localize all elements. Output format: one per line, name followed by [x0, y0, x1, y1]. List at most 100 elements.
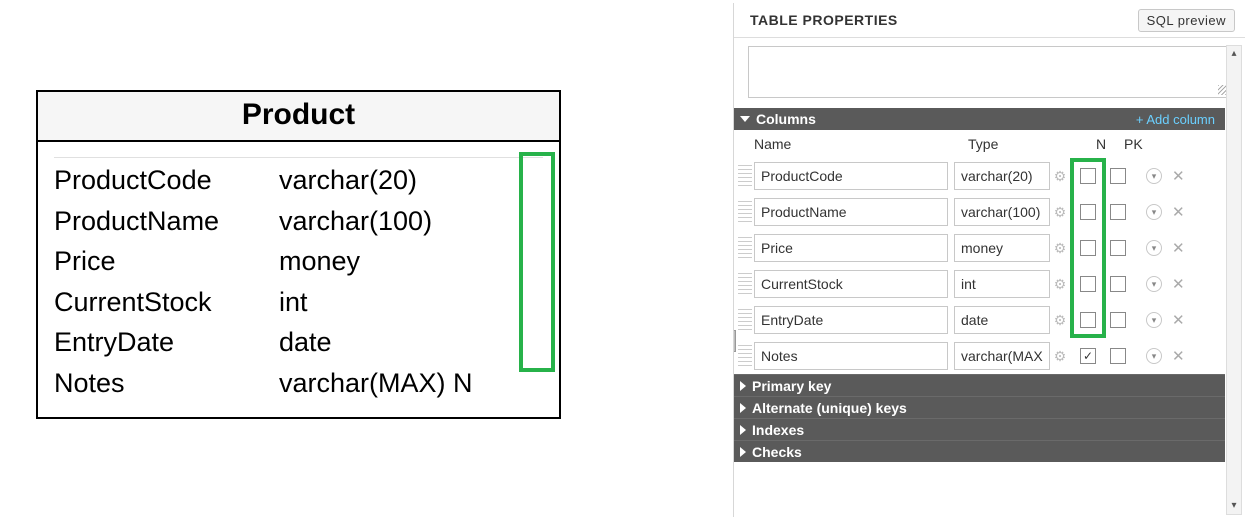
er-row: Pricemoney [54, 241, 543, 282]
more-options-icon[interactable]: ▾ [1146, 312, 1162, 328]
column-name-input[interactable] [754, 270, 948, 298]
column-type-input[interactable] [954, 198, 1050, 226]
chevron-right-icon [740, 447, 746, 457]
er-col-name: ProductName [54, 201, 279, 242]
header-type: Type [968, 136, 1096, 152]
more-options-icon[interactable]: ▾ [1146, 168, 1162, 184]
columns-grid-header: Name Type N PK [734, 130, 1245, 158]
drag-handle-icon[interactable] [738, 201, 752, 223]
er-table-title: Product [38, 92, 559, 142]
columns-grid-body: ⚙ ▾ ✕ ⚙ ▾ ✕ ⚙ ▾ ✕ ⚙ ▾ ✕ ⚙ ▾ ✕ ⚙ ▾ ✕ [734, 158, 1245, 374]
column-row: ⚙ ▾ ✕ [734, 158, 1245, 194]
columns-section-label: Columns [756, 111, 816, 127]
header-pk: PK [1124, 136, 1152, 152]
er-row: ProductCodevarchar(20) [54, 160, 543, 201]
pk-checkbox[interactable] [1110, 168, 1126, 184]
column-name-input[interactable] [754, 342, 948, 370]
er-row: ProductNamevarchar(100) [54, 201, 543, 242]
nullable-checkbox[interactable] [1080, 240, 1096, 256]
alternate-keys-section[interactable]: Alternate (unique) keys [734, 396, 1225, 418]
checks-section[interactable]: Checks [734, 440, 1225, 462]
delete-column-icon[interactable]: ✕ [1172, 275, 1185, 293]
gear-icon[interactable]: ⚙ [1052, 204, 1068, 221]
column-name-input[interactable] [754, 306, 948, 334]
delete-column-icon[interactable]: ✕ [1172, 239, 1185, 257]
gear-icon[interactable]: ⚙ [1052, 168, 1068, 185]
pk-checkbox[interactable] [1110, 276, 1126, 292]
er-col-name: EntryDate [54, 322, 279, 363]
delete-column-icon[interactable]: ✕ [1172, 311, 1185, 329]
gear-icon[interactable]: ⚙ [1052, 240, 1068, 257]
gear-icon[interactable]: ⚙ [1052, 348, 1068, 365]
properties-panel: TABLE PROPERTIES SQL preview Columns + A… [733, 3, 1245, 517]
delete-column-icon[interactable]: ✕ [1172, 347, 1185, 365]
section-label: Indexes [752, 422, 804, 438]
er-col-name: ProductCode [54, 160, 279, 201]
chevron-right-icon [740, 403, 746, 413]
delete-column-icon[interactable]: ✕ [1172, 203, 1185, 221]
column-type-input[interactable] [954, 162, 1050, 190]
er-row: CurrentStockint [54, 282, 543, 323]
sql-preview-button[interactable]: SQL preview [1138, 9, 1235, 32]
primary-key-section[interactable]: Primary key [734, 374, 1225, 396]
section-label: Primary key [752, 378, 831, 394]
header-name: Name [754, 136, 968, 152]
drag-handle-icon[interactable] [738, 309, 752, 331]
nullable-checkbox[interactable] [1080, 348, 1096, 364]
er-row: Notesvarchar(MAX) N [54, 363, 543, 404]
er-col-name: CurrentStock [54, 282, 279, 323]
nullable-checkbox[interactable] [1080, 168, 1096, 184]
scroll-down-icon[interactable]: ▾ [1227, 498, 1241, 514]
drag-handle-icon[interactable] [738, 273, 752, 295]
column-row: ⚙ ▾ ✕ [734, 230, 1245, 266]
more-options-icon[interactable]: ▾ [1146, 240, 1162, 256]
column-type-input[interactable] [954, 342, 1050, 370]
delete-column-icon[interactable]: ✕ [1172, 167, 1185, 185]
chevron-right-icon [740, 425, 746, 435]
pk-checkbox[interactable] [1110, 204, 1126, 220]
column-row: ⚙ ▾ ✕ [734, 194, 1245, 230]
er-col-type: money [279, 241, 543, 282]
er-table-box[interactable]: Product ProductCodevarchar(20) ProductNa… [36, 90, 561, 419]
drag-handle-icon[interactable] [738, 165, 752, 187]
scroll-up-icon[interactable]: ▴ [1227, 46, 1241, 62]
more-options-icon[interactable]: ▾ [1146, 276, 1162, 292]
gear-icon[interactable]: ⚙ [1052, 312, 1068, 329]
er-row: EntryDatedate [54, 322, 543, 363]
pk-checkbox[interactable] [1110, 312, 1126, 328]
er-table-body: ProductCodevarchar(20) ProductNamevarcha… [38, 142, 559, 417]
section-label: Alternate (unique) keys [752, 400, 907, 416]
gear-icon[interactable]: ⚙ [1052, 276, 1068, 293]
collapsed-sections: Primary key Alternate (unique) keys Inde… [734, 374, 1225, 462]
column-type-input[interactable] [954, 306, 1050, 334]
nullable-checkbox[interactable] [1080, 276, 1096, 292]
more-options-icon[interactable]: ▾ [1146, 348, 1162, 364]
er-col-type: date [279, 322, 543, 363]
more-options-icon[interactable]: ▾ [1146, 204, 1162, 220]
column-row: ⚙ ▾ ✕ [734, 266, 1245, 302]
column-name-input[interactable] [754, 234, 948, 262]
column-name-input[interactable] [754, 198, 948, 226]
highlight-nullable-column [519, 152, 555, 372]
column-type-input[interactable] [954, 270, 1050, 298]
indexes-section[interactable]: Indexes [734, 418, 1225, 440]
chevron-down-icon [740, 116, 750, 122]
pk-checkbox[interactable] [1110, 348, 1126, 364]
drag-handle-icon[interactable] [738, 345, 752, 367]
nullable-checkbox[interactable] [1080, 204, 1096, 220]
er-col-type: varchar(20) [279, 160, 543, 201]
drag-handle-icon[interactable] [738, 237, 752, 259]
nullable-checkbox[interactable] [1080, 312, 1096, 328]
column-name-input[interactable] [754, 162, 948, 190]
add-column-button[interactable]: + Add column [1136, 112, 1215, 127]
column-type-input[interactable] [954, 234, 1050, 262]
er-partial-row-indicator [54, 148, 543, 158]
pk-checkbox[interactable] [1110, 240, 1126, 256]
description-textarea[interactable] [748, 46, 1231, 98]
er-col-type: varchar(MAX) N [279, 363, 543, 404]
er-col-name: Notes [54, 363, 279, 404]
columns-section-header[interactable]: Columns + Add column [734, 108, 1225, 130]
vertical-scrollbar[interactable]: ▴ ▾ [1226, 45, 1242, 515]
er-col-name: Price [54, 241, 279, 282]
column-row: ⚙ ▾ ✕ [734, 338, 1245, 374]
